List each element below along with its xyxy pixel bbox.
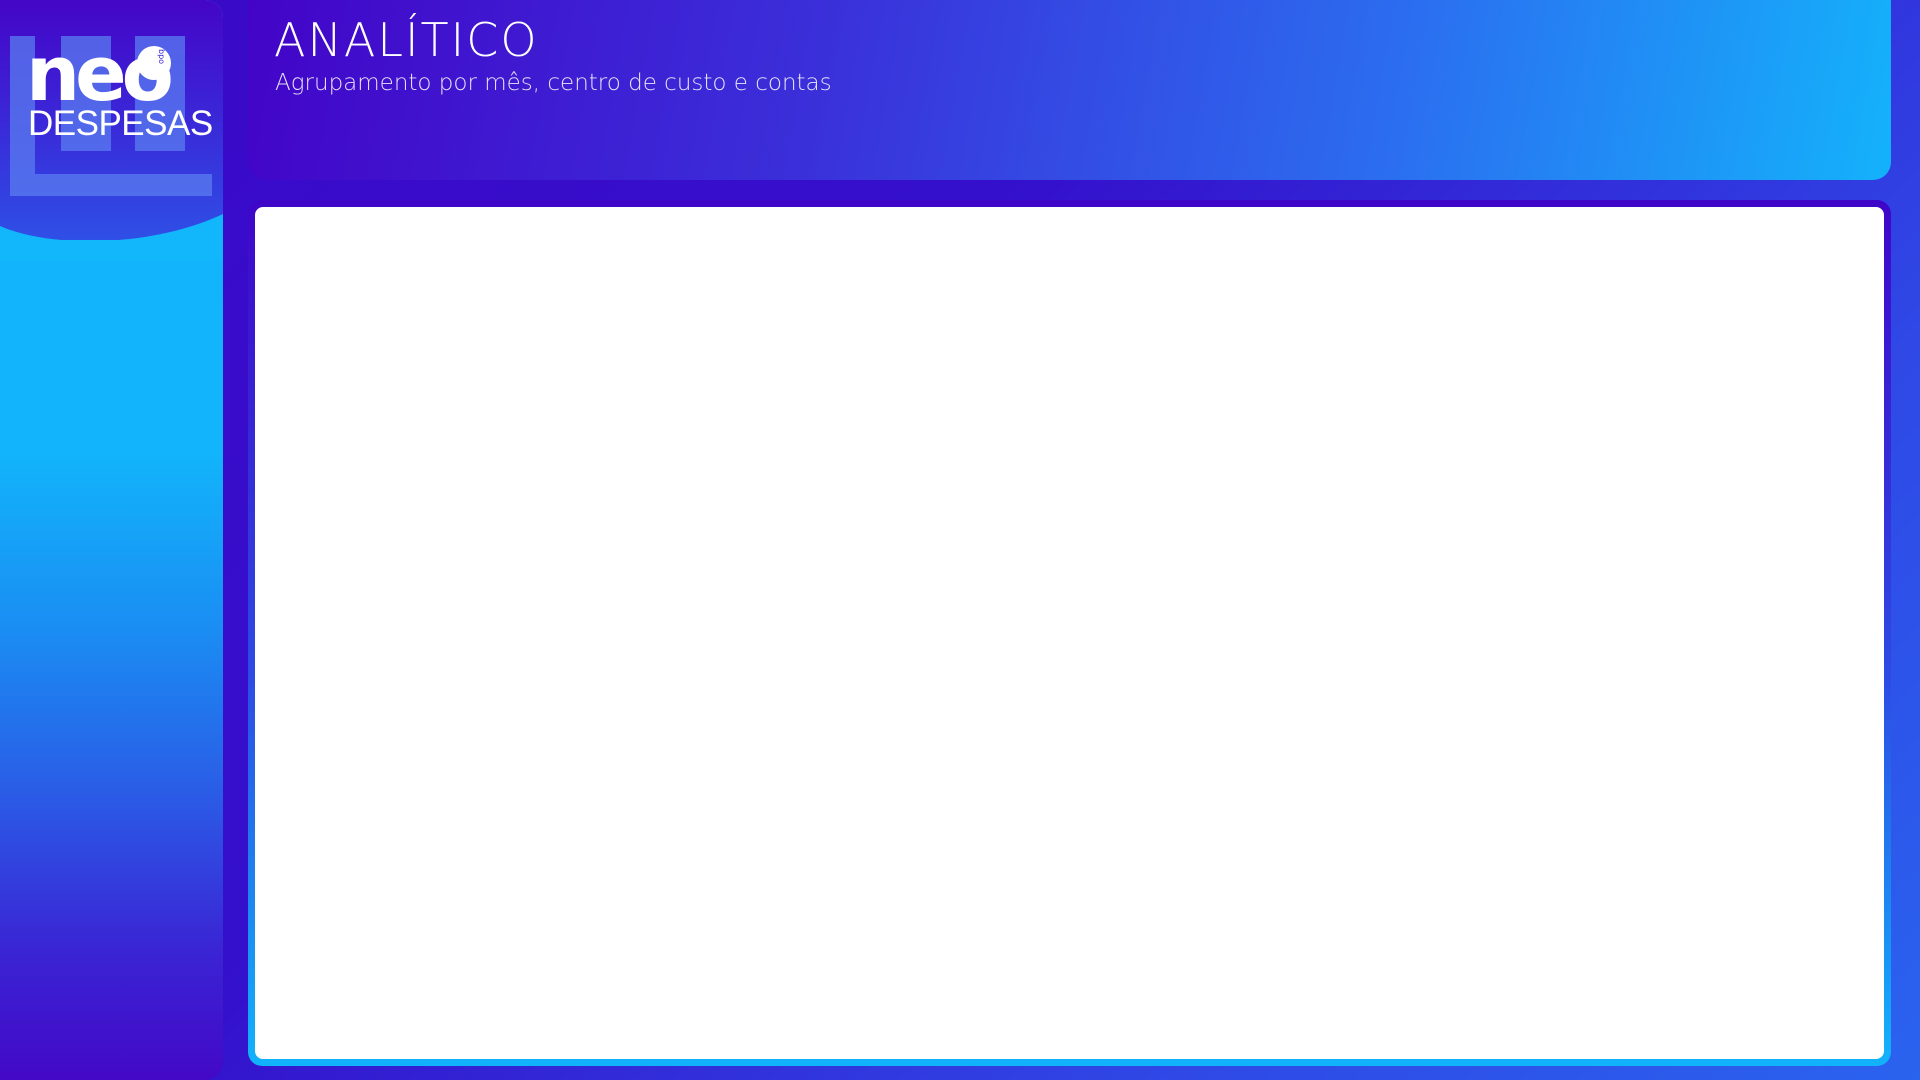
content-frame — [248, 200, 1891, 1066]
logo-despesas-text: DESPESAS — [28, 104, 213, 143]
page-subtitle: Agrupamento por mês, centro de custo e c… — [275, 70, 832, 96]
sidebar: neo bpo DESPESAS — [0, 0, 223, 1080]
page-header: ANALÍTICO Agrupamento por mês, centro de… — [248, 0, 1891, 180]
logo-bpo-text: bpo — [157, 49, 166, 65]
content-panel — [255, 207, 1884, 1059]
page-title: ANALÍTICO — [274, 13, 539, 67]
sidebar-wave-divider — [0, 214, 223, 260]
app-logo[interactable]: neo bpo DESPESAS — [10, 36, 213, 196]
logo-bpo-badge: bpo — [137, 46, 171, 80]
